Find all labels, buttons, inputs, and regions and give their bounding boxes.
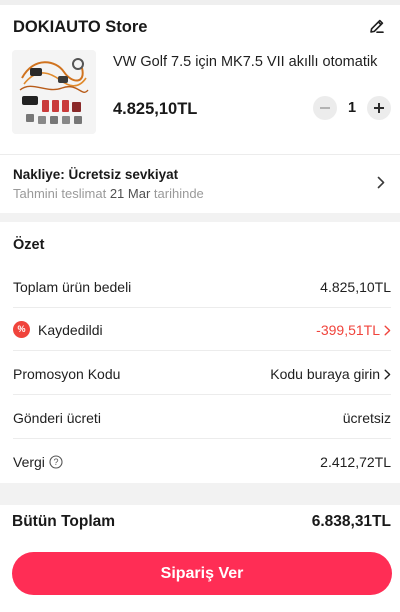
shipping-title: Nakliye: Ücretsiz sevkiyat (13, 167, 178, 182)
chevron-right-icon (384, 369, 391, 380)
grand-total-value: 6.838,31TL (311, 513, 391, 530)
delivery-date: 21 Mar (109, 186, 151, 201)
summary-row-shipping-fee: Gönderi ücreti ücretsiz (0, 396, 400, 439)
tax-value: 2.412,72TL (320, 454, 391, 470)
row-divider (13, 350, 391, 351)
saved-amount: -399,51TL (316, 322, 380, 338)
chevron-right-icon (384, 325, 391, 336)
delivery-estimate: Tahmini teslimat 21 Mar tarihinde (13, 186, 204, 201)
row-divider (13, 438, 391, 439)
summary-row-tax: Vergi? 2.412,72TL (0, 440, 400, 483)
quantity-increase-button[interactable] (367, 96, 391, 120)
store-name: DOKIAUTO Store (13, 18, 148, 36)
store-header: DOKIAUTO Store (0, 12, 400, 46)
summary-row-subtotal: Toplam ürün bedeli 4.825,10TL (0, 265, 400, 308)
saved-value: -399,51TL (316, 322, 391, 338)
section-gap (0, 483, 400, 505)
shipping-fee-value: ücretsiz (342, 410, 391, 426)
summary-title: Özet (13, 237, 45, 253)
chevron-right-icon (377, 176, 385, 189)
subtotal-value: 4.825,10TL (320, 279, 391, 295)
promo-label: Promosyon Kodu (13, 366, 121, 382)
quantity-decrease-button[interactable] (313, 96, 337, 120)
row-divider (13, 394, 391, 395)
tax-label-text: Vergi (13, 454, 45, 470)
product-title[interactable]: VW Golf 7.5 için MK7.5 VII akıllı otomat… (113, 54, 389, 70)
saved-label: Kaydedildi (38, 322, 103, 338)
promo-code-link[interactable]: Kodu buraya girin (270, 366, 380, 382)
wiring-harness-image (12, 50, 96, 134)
svg-text:?: ? (53, 457, 58, 467)
info-icon[interactable]: ? (49, 455, 63, 469)
grand-total: Bütün Toplam 6.838,31TL (0, 505, 400, 539)
product-image[interactable] (12, 50, 96, 134)
shipping-label: Nakliye: (13, 167, 65, 182)
place-order-button[interactable]: Sipariş Ver (12, 552, 392, 595)
shipping-value: Ücretsiz sevkiyat (68, 167, 179, 182)
discount-badge-icon: % (13, 321, 30, 338)
quantity-value: 1 (347, 100, 357, 116)
grand-total-label: Bütün Toplam (12, 513, 116, 530)
tax-label: Vergi? (13, 454, 63, 470)
subtotal-label: Toplam ürün bedeli (13, 279, 132, 295)
delivery-estimate-prefix: Tahmini teslimat (13, 186, 107, 201)
summary-row-promo[interactable]: Promosyon Kodu Kodu buraya girin (0, 352, 400, 395)
product-price: 4.825,10TL (113, 100, 198, 118)
shipping-info[interactable]: Nakliye: Ücretsiz sevkiyat Tahmini tesli… (0, 155, 400, 213)
shipping-fee-label: Gönderi ücreti (13, 410, 101, 426)
product-item: VW Golf 7.5 için MK7.5 VII akıllı otomat… (0, 50, 400, 142)
top-divider-band (0, 0, 400, 5)
promo-value[interactable]: Kodu buraya girin (270, 366, 391, 382)
pencil-icon[interactable] (368, 17, 386, 35)
section-gap (0, 213, 400, 222)
summary-row-saved[interactable]: % Kaydedildi -399,51TL (0, 308, 400, 351)
delivery-estimate-suffix: tarihinde (153, 186, 204, 201)
